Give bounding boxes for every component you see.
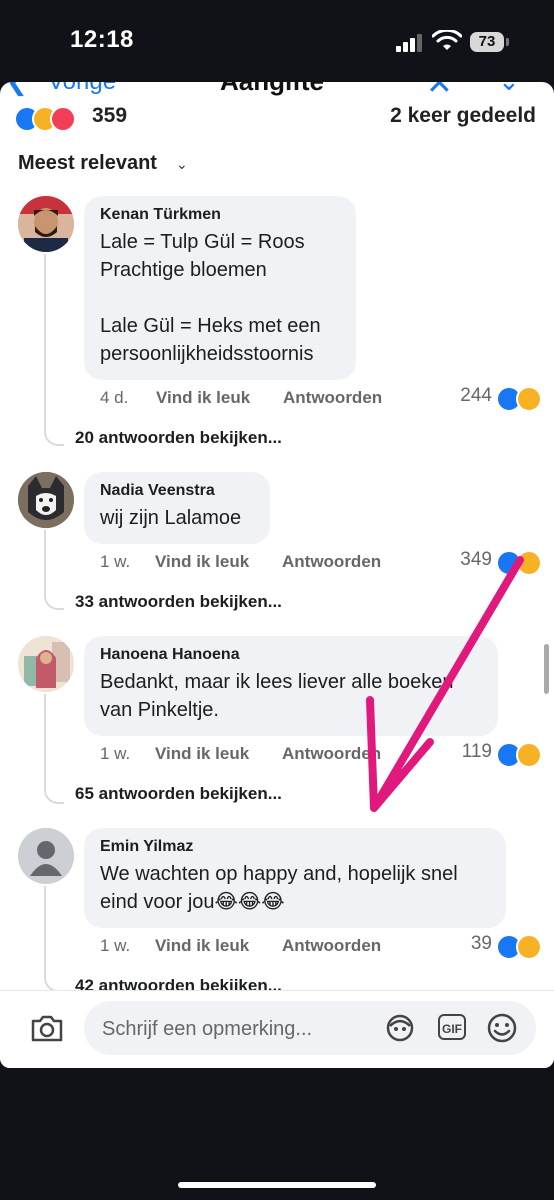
comment-author[interactable]: Kenan Türkmen	[100, 206, 340, 224]
comment-bubble[interactable]: Nadia Veenstra wij zijn Lalamoe	[84, 472, 270, 544]
battery-icon: 73	[470, 32, 504, 52]
reaction-count: 359	[92, 104, 128, 127]
home-indicator	[178, 1182, 376, 1188]
view-replies-link[interactable]: 65 antwoorden bekijken...	[75, 784, 282, 804]
status-bar: 12:18 73	[0, 0, 554, 82]
comment-like-count: 39	[470, 933, 492, 954]
scrollbar[interactable]	[544, 644, 549, 694]
comment-reactions[interactable]: 244	[426, 384, 546, 412]
reply-button[interactable]: Antwoorden	[282, 744, 381, 764]
status-time: 12:18	[70, 26, 134, 53]
wifi-icon	[432, 30, 462, 50]
reply-button[interactable]: Antwoorden	[282, 936, 381, 956]
haha-icon	[516, 742, 542, 768]
comment-like-count: 349	[460, 549, 492, 570]
haha-icon	[516, 386, 542, 412]
page-title: Aangifte	[220, 82, 324, 97]
signal-icon	[396, 34, 422, 52]
chevron-down-icon[interactable]: ⌄	[498, 82, 520, 97]
emoji-icon[interactable]	[486, 1013, 518, 1043]
avatar[interactable]	[18, 472, 74, 528]
like-button[interactable]: Vind ik leuk	[155, 552, 249, 572]
chevron-down-icon[interactable]: ⌄	[176, 156, 188, 173]
back-chevron-icon[interactable]: ❮	[6, 82, 28, 97]
comment-text: Bedankt, maar ik lees liever alle boeken…	[100, 671, 454, 721]
avatar[interactable]	[18, 196, 74, 252]
avatar[interactable]	[18, 636, 74, 692]
comment-reactions[interactable]: 119	[426, 740, 546, 768]
battery-tip	[506, 38, 509, 46]
haha-icon	[516, 934, 542, 960]
share-count[interactable]: 2 keer gedeeld	[390, 104, 536, 128]
love-icon	[50, 106, 76, 132]
camera-icon[interactable]	[30, 1013, 64, 1043]
haha-icon	[516, 550, 542, 576]
comment-age: 1 w.	[100, 552, 131, 571]
comment-author[interactable]: Nadia Veenstra	[100, 482, 254, 500]
reply-button[interactable]: Antwoorden	[282, 552, 381, 572]
thread-line	[44, 530, 64, 610]
comment-age: 1 w.	[100, 744, 131, 763]
reply-button[interactable]: Antwoorden	[283, 388, 382, 408]
comment-composer: GIF	[0, 990, 554, 1068]
comment-like-count: 119	[461, 741, 492, 762]
comment-input-box[interactable]: GIF	[84, 1001, 536, 1055]
close-icon[interactable]: ✕	[426, 82, 453, 102]
comment-text: Lale = Tulp Gül = Roos Prachtige bloemen…	[100, 231, 321, 365]
comment-like-count: 244	[460, 385, 492, 406]
comment-bubble[interactable]: Hanoena Hanoena Bedankt, maar ik lees li…	[84, 636, 498, 736]
comments-sheet: ❮ Vorige Aangifte ✕ ⌄ 359 2 keer gedeeld…	[0, 82, 554, 1068]
comment-bubble[interactable]: Kenan Türkmen Lale = Tulp Gül = Roos Pra…	[84, 196, 356, 380]
comment-author[interactable]: Hanoena Hanoena	[100, 646, 482, 664]
comment-text: wij zijn Lalamoe	[100, 507, 242, 529]
back-button[interactable]: Vorige	[48, 82, 116, 96]
thread-line	[44, 886, 64, 992]
like-button[interactable]: Vind ik leuk	[155, 936, 249, 956]
comment-bubble[interactable]: Emin Yilmaz We wachten op happy and, hop…	[84, 828, 506, 928]
thread-line	[44, 254, 64, 446]
comment-age: 1 w.	[100, 936, 131, 955]
view-replies-link[interactable]: 33 antwoorden bekijken...	[75, 592, 282, 612]
like-button[interactable]: Vind ik leuk	[155, 744, 249, 764]
comment-input[interactable]	[100, 1013, 384, 1045]
reaction-icons	[14, 104, 90, 132]
comment-text: We wachten op happy and, hopelijk snel e…	[100, 863, 458, 913]
thread-line	[44, 694, 64, 804]
gif-icon[interactable]: GIF	[438, 1014, 466, 1040]
comment-author[interactable]: Emin Yilmaz	[100, 838, 490, 856]
avatar-sticker-icon[interactable]	[384, 1013, 416, 1043]
comment-reactions[interactable]: 349	[426, 548, 546, 576]
comment-age: 4 d.	[100, 388, 129, 407]
comment-reactions[interactable]: 39	[426, 932, 546, 960]
like-button[interactable]: Vind ik leuk	[156, 388, 250, 408]
view-replies-link[interactable]: 20 antwoorden bekijken...	[75, 428, 282, 448]
top-bar: ❮ Vorige Aangifte ✕ ⌄	[0, 82, 554, 101]
sort-dropdown[interactable]: Meest relevant	[18, 152, 157, 175]
avatar[interactable]	[18, 828, 74, 884]
